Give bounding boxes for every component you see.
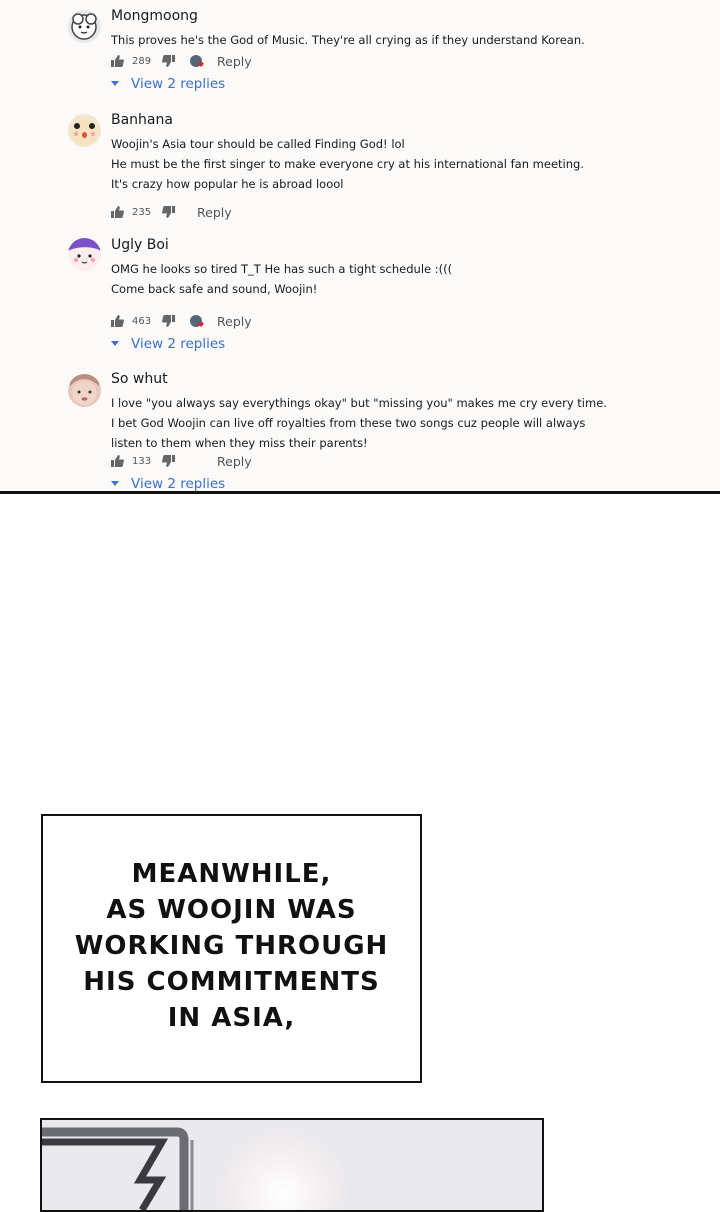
creator-heart-icon xyxy=(190,315,204,327)
panel-divider xyxy=(0,491,720,494)
reply-button[interactable]: Reply xyxy=(217,314,252,329)
comment-line: listen to them when they miss their pare… xyxy=(111,436,368,450)
avatar-so-whut-image xyxy=(68,374,101,407)
comic-art-panel xyxy=(40,1118,544,1212)
comment-author[interactable]: So whut xyxy=(111,371,168,387)
thumbs-up-icon[interactable] xyxy=(111,455,124,467)
comment-line: OMG he looks so tired T_T He has such a … xyxy=(111,262,453,276)
comment-text: OMG he looks so tired T_T He has such a … xyxy=(111,259,452,299)
caption-text: MEANWHILE, AS WOOJIN WAS WORKING THROUGH… xyxy=(43,856,420,1036)
comment-author[interactable]: Mongmoong xyxy=(111,8,198,24)
like-count: 463 xyxy=(132,316,152,327)
chevron-down-icon xyxy=(111,481,119,486)
avatar-mongmoong-image xyxy=(68,10,101,43)
reply-button[interactable]: Reply xyxy=(197,205,232,220)
comment-text: Woojin's Asia tour should be called Find… xyxy=(111,134,584,194)
chevron-down-icon xyxy=(111,341,119,346)
view-replies-label: View 2 replies xyxy=(131,76,226,92)
comment-line: I love "you always say everythings okay"… xyxy=(111,396,607,410)
reply-button[interactable]: Reply xyxy=(217,454,252,469)
avatar[interactable] xyxy=(68,238,101,271)
thumbs-up-icon[interactable] xyxy=(111,206,124,218)
chevron-down-icon xyxy=(111,81,119,86)
thumbs-down-icon[interactable] xyxy=(162,55,175,67)
comment-line: Woojin's Asia tour should be called Find… xyxy=(111,137,405,151)
comment-section: Mongmoong This proves he's the God of Mu… xyxy=(0,0,720,492)
like-count: 235 xyxy=(132,207,152,218)
comment-line: It's crazy how popular he is abroad looo… xyxy=(111,177,344,191)
comment-line: I bet God Woojin can live off royalties … xyxy=(111,416,586,430)
caption-panel: MEANWHILE, AS WOOJIN WAS WORKING THROUGH… xyxy=(41,814,422,1083)
comment-line: He must be the first singer to make ever… xyxy=(111,157,584,171)
comment-text: This proves he's the God of Music. They'… xyxy=(111,30,585,50)
reply-button[interactable]: Reply xyxy=(217,54,252,69)
caption-line: IN ASIA, xyxy=(167,1003,296,1033)
avatar-ugly-boi-image xyxy=(68,238,101,271)
thumbs-up-icon[interactable] xyxy=(111,315,124,327)
caption-line: WORKING THROUGH xyxy=(74,931,389,961)
avatar[interactable] xyxy=(68,114,101,147)
thumbs-down-icon[interactable] xyxy=(162,455,175,467)
comment-text: I love "you always say everythings okay"… xyxy=(111,393,607,453)
avatar[interactable] xyxy=(68,10,101,43)
like-count: 133 xyxy=(132,456,152,467)
avatar-banhana-image xyxy=(68,114,101,147)
thumbs-down-icon[interactable] xyxy=(162,315,175,327)
view-replies-label: View 2 replies xyxy=(131,476,226,492)
thumbs-down-icon[interactable] xyxy=(162,206,175,218)
avatar[interactable] xyxy=(68,374,101,407)
caption-line: HIS COMMITMENTS xyxy=(83,967,380,997)
comment-author[interactable]: Banhana xyxy=(111,112,173,128)
caption-line: MEANWHILE, xyxy=(131,859,332,889)
comment-line: This proves he's the God of Music. They'… xyxy=(111,33,585,47)
like-count: 289 xyxy=(132,56,152,67)
view-replies-label: View 2 replies xyxy=(131,336,226,352)
caption-line: AS WOOJIN WAS xyxy=(106,895,357,925)
creator-heart-icon xyxy=(190,55,204,67)
thumbs-up-icon[interactable] xyxy=(111,55,124,67)
artwork-illustration xyxy=(42,1120,542,1210)
comment-line: Come back safe and sound, Woojin! xyxy=(111,282,318,296)
comment-author[interactable]: Ugly Boi xyxy=(111,237,169,253)
